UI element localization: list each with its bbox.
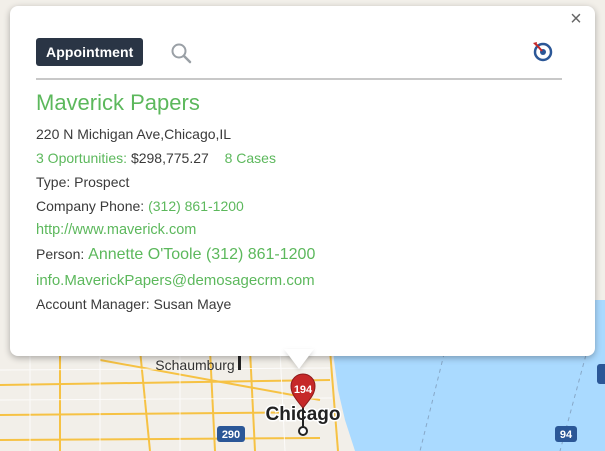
person-row: Person: Annette O'Toole (312) 861-1200: [36, 246, 315, 264]
company-phone-label: Company Phone:: [36, 198, 145, 214]
company-type: Type: Prospect: [36, 174, 130, 190]
appointment-button[interactable]: Appointment: [36, 38, 144, 66]
popup-toolbar: Appointment: [36, 34, 562, 80]
small-marker[interactable]: [238, 354, 241, 370]
svg-text:290: 290: [222, 429, 240, 441]
target-icon[interactable]: [531, 40, 553, 62]
marker-count: 194: [294, 384, 313, 396]
website-link[interactable]: http://www.maverick.com: [36, 222, 196, 238]
highway-94-shield: 94: [555, 426, 577, 442]
edge-shield: [597, 364, 605, 384]
opportunities-row: 3 Oportunities: $298,775.27 8 Cases: [36, 150, 276, 166]
suburb-label: Schaumburg: [155, 357, 234, 373]
company-address: 220 N Michigan Ave,Chicago,IL: [36, 126, 232, 142]
info-popup: × Appointment Maverick Papers 220 N Mich…: [10, 6, 595, 356]
opportunities-link[interactable]: 3 Oportunities:: [36, 150, 127, 166]
company-phone-row: Company Phone: (312) 861-1200: [36, 198, 244, 214]
person-label: Person:: [36, 246, 85, 262]
email-link[interactable]: info.MaverickPapers@demosagecrm.com: [36, 272, 315, 289]
popup-tail: [284, 349, 314, 369]
company-name-link[interactable]: Maverick Papers: [36, 90, 200, 116]
highway-290-shield: 290: [217, 426, 245, 442]
cases-link[interactable]: 8 Cases: [225, 150, 276, 166]
company-phone-link[interactable]: (312) 861-1200: [148, 198, 244, 214]
search-icon[interactable]: [170, 42, 192, 64]
close-button[interactable]: ×: [567, 9, 585, 29]
person-link[interactable]: Annette O'Toole (312) 861-1200: [88, 246, 315, 263]
opportunities-value: $298,775.27: [130, 150, 209, 166]
svg-text:94: 94: [560, 429, 573, 441]
account-manager: Account Manager: Susan Maye: [36, 296, 232, 312]
